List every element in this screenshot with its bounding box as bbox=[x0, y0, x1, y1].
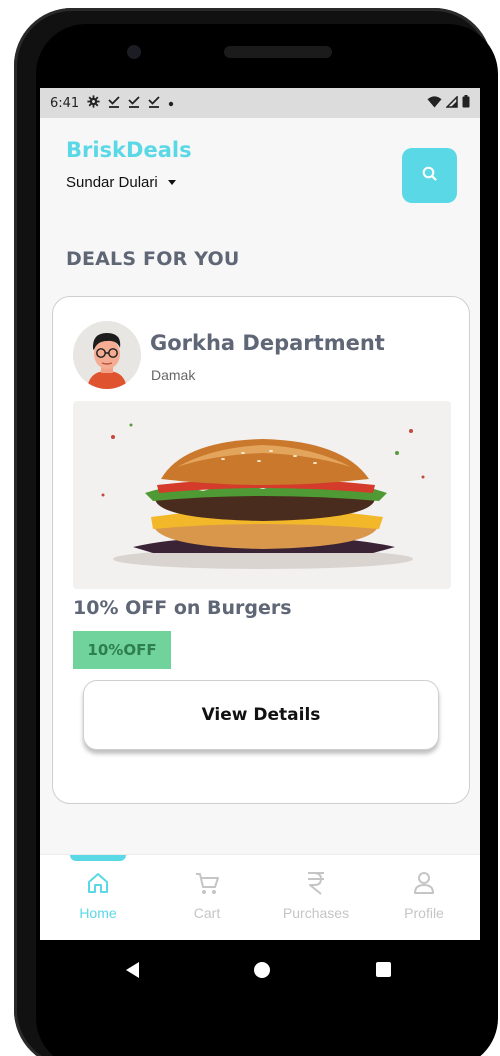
battery-icon bbox=[462, 95, 470, 111]
recent-apps-icon[interactable] bbox=[376, 962, 391, 977]
profile-icon bbox=[410, 869, 438, 897]
view-details-button[interactable]: View Details bbox=[83, 680, 439, 750]
status-time: 6:41 bbox=[50, 95, 80, 111]
earpiece-speaker bbox=[224, 46, 332, 58]
search-button[interactable] bbox=[402, 148, 457, 203]
app-screen: 6:41 BriskDeals Sundar Dulari DEALS FOR … bbox=[40, 88, 480, 940]
status-bar: 6:41 bbox=[40, 88, 480, 118]
nav-label-purchases: Purchases bbox=[282, 905, 350, 921]
nav-item-cart[interactable]: Cart bbox=[167, 869, 247, 937]
deal-title: 10% OFF on Burgers bbox=[73, 597, 292, 619]
nav-item-profile[interactable]: Profile bbox=[384, 869, 464, 937]
nav-label-cart: Cart bbox=[193, 905, 221, 921]
cart-icon bbox=[193, 869, 221, 897]
back-icon[interactable] bbox=[126, 962, 139, 978]
dot-icon bbox=[168, 96, 174, 110]
caret-down-icon bbox=[167, 180, 176, 185]
search-icon bbox=[421, 165, 439, 187]
nav-item-purchases[interactable]: Purchases bbox=[276, 869, 356, 937]
signal-icon bbox=[445, 94, 458, 111]
nav-label-home: Home bbox=[79, 905, 117, 921]
home-circle-icon[interactable] bbox=[254, 962, 270, 978]
front-camera bbox=[127, 45, 141, 59]
download-done-icon bbox=[108, 95, 120, 111]
system-navigation-bar bbox=[40, 940, 480, 1000]
gear-icon bbox=[87, 95, 100, 111]
nav-label-profile: Profile bbox=[404, 905, 444, 921]
home-icon bbox=[84, 869, 112, 897]
bottom-navigation: Home Cart Purchases Profile bbox=[40, 854, 480, 940]
app-brand: BriskDeals bbox=[66, 138, 192, 162]
user-name: Sundar Dulari bbox=[66, 174, 158, 191]
store-avatar bbox=[73, 321, 141, 389]
user-selector[interactable]: Sundar Dulari bbox=[66, 174, 176, 191]
nav-item-home[interactable]: Home bbox=[58, 869, 138, 937]
deal-card: Gorkha Department Damak 10% OFF on Burge… bbox=[52, 296, 470, 804]
burger-image bbox=[73, 401, 451, 589]
download-done-icon bbox=[148, 95, 160, 111]
rupee-icon bbox=[302, 869, 330, 897]
section-title: DEALS FOR YOU bbox=[66, 248, 240, 270]
wifi-icon bbox=[427, 95, 442, 111]
store-name: Gorkha Department bbox=[150, 331, 385, 355]
store-location: Damak bbox=[151, 367, 196, 383]
discount-badge: 10%OFF bbox=[73, 631, 171, 669]
download-done-icon bbox=[128, 95, 140, 111]
active-tab-indicator bbox=[70, 855, 126, 861]
